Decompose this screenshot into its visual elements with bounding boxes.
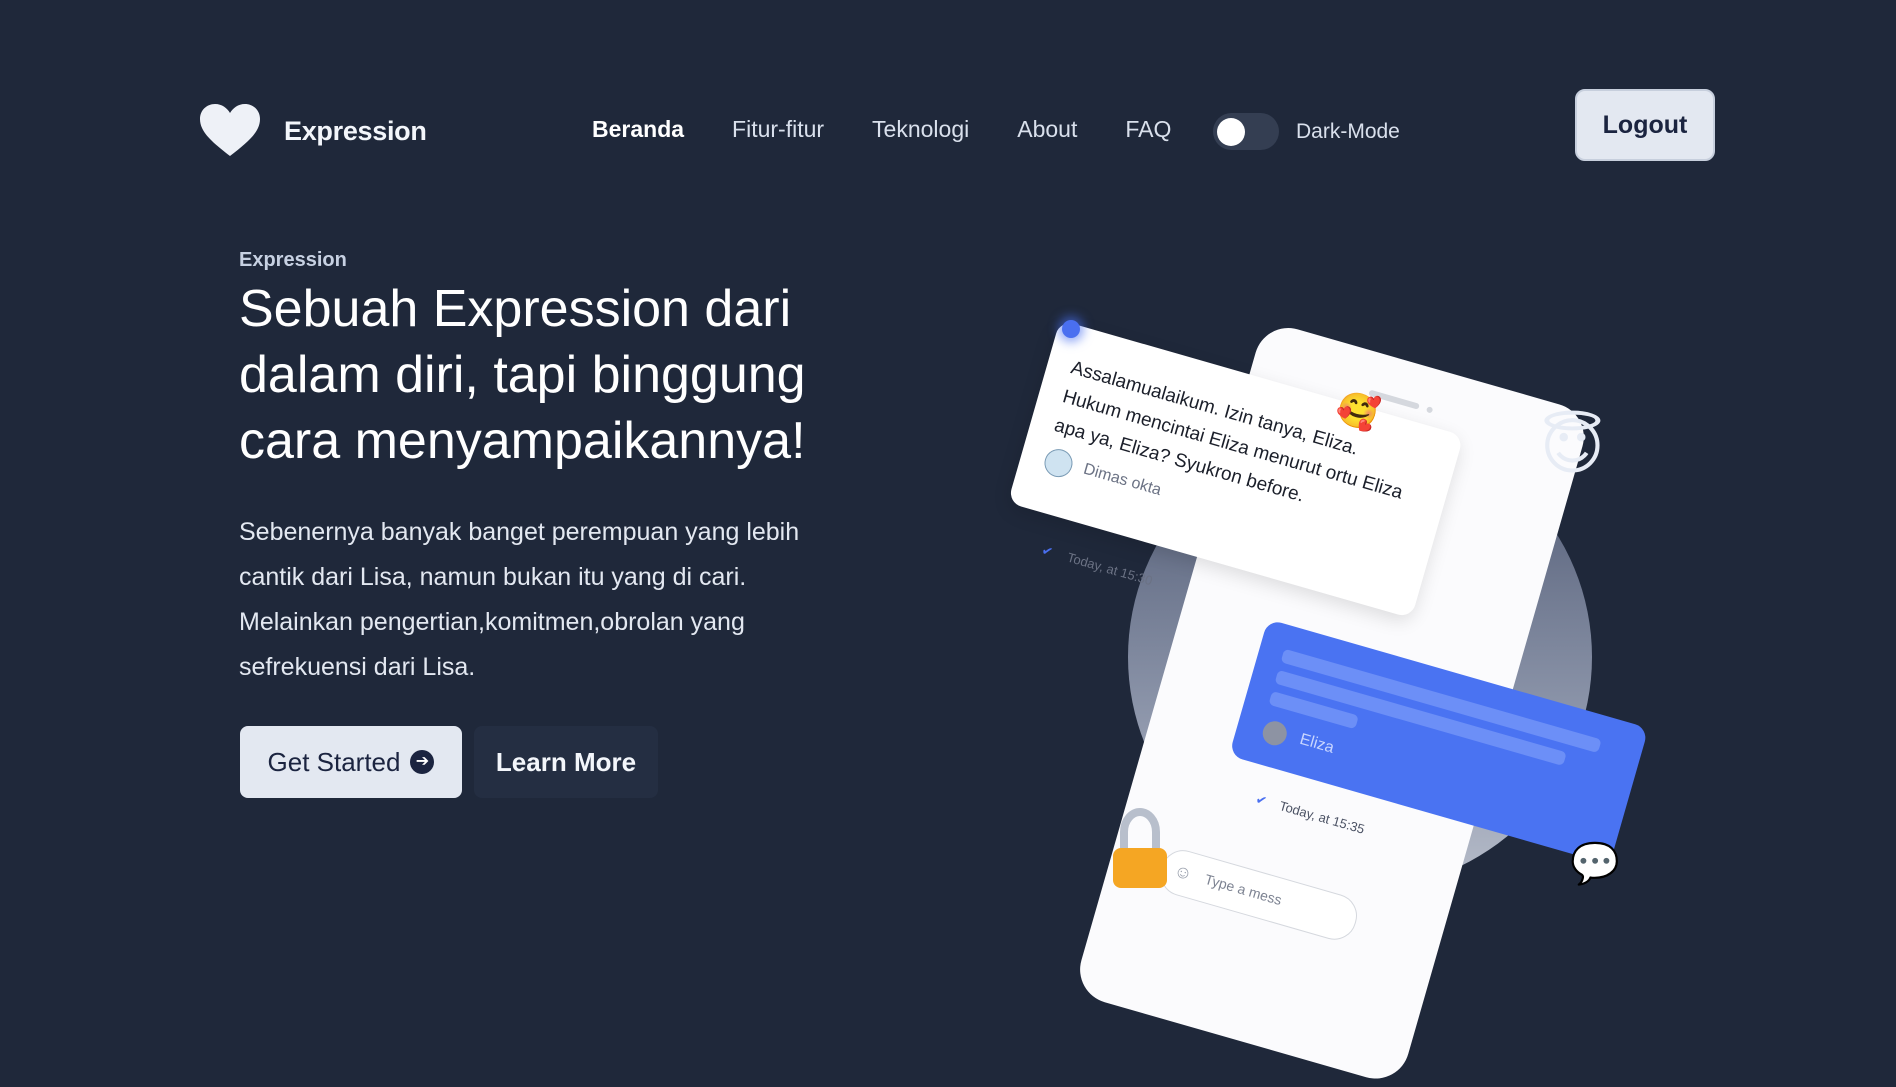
online-dot bbox=[1062, 320, 1080, 338]
nav-item-beranda[interactable]: Beranda bbox=[592, 116, 684, 143]
desc-line: cantik dari Lisa, namun bukan itu yang d… bbox=[239, 563, 747, 591]
dark-mode-label: Dark-Mode bbox=[1296, 120, 1400, 143]
desc-line: Melainkan pengertian,komitmen,obrolan ya… bbox=[239, 608, 745, 636]
speech-balloon-icon: 💬 bbox=[1570, 842, 1620, 886]
chat-illustration: Assalamualaikum. Izin tanya, Eliza. Huku… bbox=[1000, 280, 1700, 1087]
main-nav: Beranda Fitur-fitur Teknologi About FAQ bbox=[592, 116, 1219, 143]
headline-line: cara menyampaikannya! bbox=[239, 412, 806, 470]
headline-line: Sebuah Expression dari bbox=[239, 280, 792, 338]
hero-headline: Sebuah Expression dari dalam diri, tapi … bbox=[239, 276, 899, 474]
heart-icon bbox=[200, 104, 260, 156]
hero-eyebrow: Expression bbox=[239, 249, 347, 271]
avatar bbox=[1259, 718, 1290, 749]
brand-name: Expression bbox=[284, 115, 427, 146]
get-started-button[interactable]: Get Started ➔ bbox=[240, 726, 462, 798]
smiling-face-with-halo-icon: 😇 bbox=[1540, 413, 1605, 482]
check-icon: ✔ bbox=[1040, 542, 1055, 560]
dark-mode-toggle[interactable] bbox=[1213, 113, 1279, 150]
desc-line: sefrekuensi dari Lisa. bbox=[239, 653, 476, 681]
logout-button[interactable]: Logout bbox=[1575, 89, 1715, 161]
brand[interactable]: Expression bbox=[200, 104, 427, 158]
message-sender: Eliza bbox=[1297, 730, 1336, 757]
smile-icon: ☺ bbox=[1171, 860, 1195, 885]
message-timestamp: ✔ Today, at 15:30 bbox=[1040, 542, 1154, 589]
learn-more-button[interactable]: Learn More bbox=[474, 726, 658, 798]
arrow-right-icon: ➔ bbox=[410, 750, 435, 774]
nav-item-teknologi[interactable]: Teknologi bbox=[872, 116, 969, 143]
toggle-knob bbox=[1217, 118, 1245, 146]
get-started-label: Get Started bbox=[267, 746, 401, 777]
avatar bbox=[1041, 445, 1076, 481]
nav-item-faq[interactable]: FAQ bbox=[1125, 116, 1171, 143]
hero-description: Sebenernya banyak banget perempuan yang … bbox=[239, 510, 839, 690]
input-placeholder: Type a mess bbox=[1202, 870, 1284, 909]
phone-camera bbox=[1425, 406, 1434, 414]
nav-item-fitur[interactable]: Fitur-fitur bbox=[732, 116, 824, 143]
lock-icon bbox=[1113, 808, 1167, 888]
desc-line: Sebenernya banyak banget perempuan yang … bbox=[239, 518, 800, 546]
headline-line: dalam diri, tapi binggung bbox=[239, 346, 806, 404]
timestamp-text: Today, at 15:30 bbox=[1065, 549, 1155, 589]
nav-item-about[interactable]: About bbox=[1017, 116, 1077, 143]
